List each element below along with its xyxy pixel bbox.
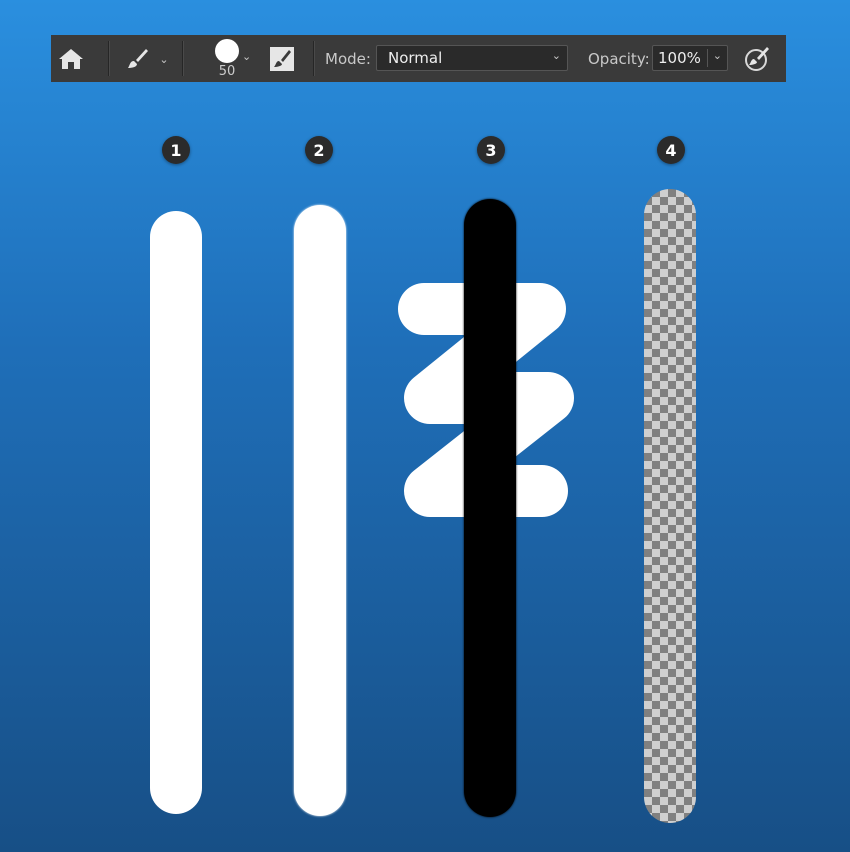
step-badge-4: 4 — [657, 136, 685, 164]
brush-settings-icon — [270, 47, 294, 71]
opacity-input[interactable]: 100% ⌄ — [652, 45, 728, 71]
options-toolbar: ⌄ 50 ⌄ Mode: Normal ⌄ Opacity: 100% ⌄ — [51, 35, 786, 82]
airbrush-icon — [745, 47, 769, 71]
toolbar-separator — [182, 41, 184, 76]
brush-tip-preview — [215, 39, 239, 63]
chevron-down-icon[interactable]: ⌄ — [242, 50, 251, 63]
mode-label: Mode: — [325, 50, 371, 68]
toolbar-separator — [313, 41, 315, 76]
white-stroke-rough-edge — [294, 205, 346, 816]
toolbar-separator — [576, 41, 577, 76]
white-stroke-soft-edge — [150, 211, 202, 814]
opacity-value: 100% — [658, 49, 701, 67]
brush-size-value: 50 — [218, 64, 236, 79]
blend-mode-value: Normal — [388, 49, 443, 67]
home-button[interactable] — [55, 43, 87, 75]
step-badge-3: 3 — [477, 136, 505, 164]
toolbar-separator — [108, 41, 110, 76]
opacity-divider — [707, 49, 708, 67]
brush-settings-button[interactable] — [268, 45, 296, 73]
blend-mode-select[interactable]: Normal ⌄ — [376, 45, 568, 71]
home-icon — [59, 49, 83, 69]
transparent-erased-stroke — [644, 189, 696, 823]
chevron-down-icon: ⌄ — [551, 49, 561, 62]
black-stroke-rough-edge — [464, 199, 516, 817]
step-badge-2: 2 — [305, 136, 333, 164]
step-badge-1: 1 — [162, 136, 190, 164]
chevron-down-icon[interactable]: ⌄ — [713, 49, 722, 62]
airbrush-toggle[interactable] — [742, 45, 772, 73]
brush-icon — [128, 49, 149, 68]
tool-preset-picker[interactable]: ⌄ — [119, 43, 175, 75]
chevron-down-icon: ⌄ — [159, 53, 169, 66]
opacity-label: Opacity: — [588, 50, 650, 68]
